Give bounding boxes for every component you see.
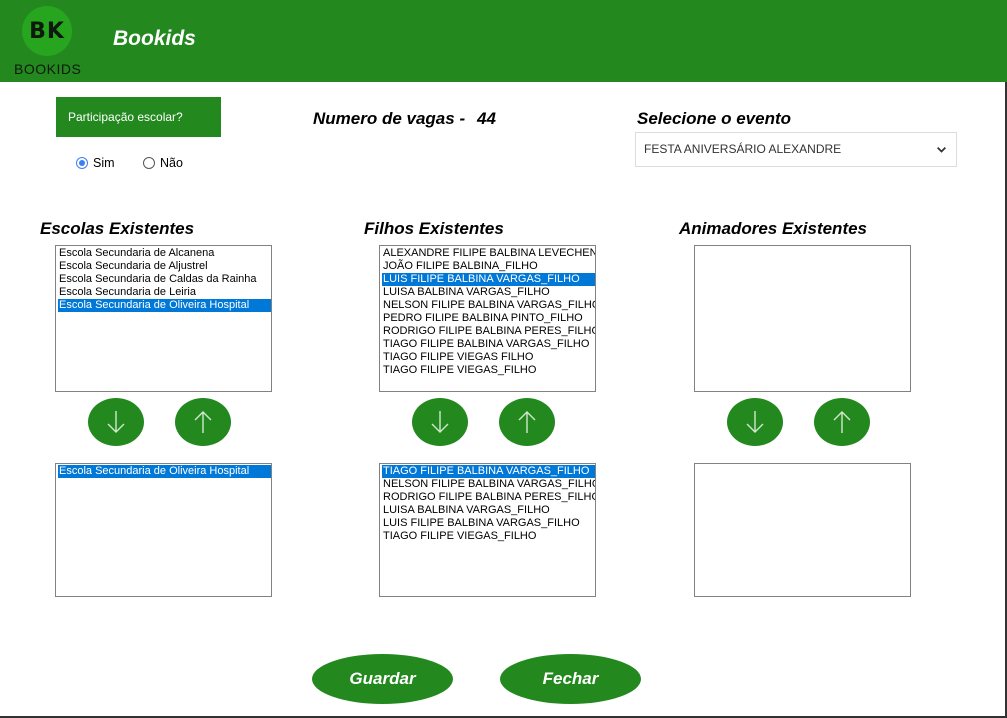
escolas-heading: Escolas Existentes	[40, 219, 195, 238]
filhos-move-up-button[interactable]	[499, 398, 555, 446]
radio-sim[interactable]: Sim	[76, 156, 115, 170]
arrow-down-icon	[746, 411, 764, 433]
vagas-value: 44	[477, 109, 496, 128]
escolas-move-down-button[interactable]	[88, 398, 144, 446]
participacao-label: Participação escolar?	[56, 97, 221, 137]
fechar-button[interactable]: Fechar	[500, 654, 641, 704]
arrow-up-icon	[518, 411, 536, 433]
filhos-available-list[interactable]: ALEXANDRE FILIPE BALBINA LEVECHENKO_FILH…	[379, 245, 596, 392]
vagas-label: Numero de vagas -	[313, 109, 466, 128]
filhos-heading: Filhos Existentes	[364, 219, 504, 238]
animadores-heading: Animadores Existentes	[679, 219, 868, 238]
list-item[interactable]: TIAGO FILIPE BALBINA VARGAS_FILHO	[382, 465, 595, 478]
app-title: Bookids	[113, 27, 196, 50]
list-item[interactable]: Escola Secundaria de Caldas da Rainha	[58, 273, 271, 286]
list-item[interactable]: PEDRO FILIPE BALBINA PINTO_FILHO	[382, 312, 595, 325]
list-item[interactable]: NELSON FILIPE BALBINA VARGAS_FILHO	[382, 478, 595, 491]
logo-wordmark: BOOKIDS	[14, 61, 82, 77]
radio-unchecked-icon	[143, 157, 155, 169]
radio-sim-label: Sim	[93, 156, 115, 170]
arrow-down-icon	[107, 411, 125, 433]
guardar-button[interactable]: Guardar	[312, 654, 453, 704]
arrow-up-icon	[194, 411, 212, 433]
list-item[interactable]: TIAGO FILIPE VIEGAS FILHO	[382, 351, 595, 364]
list-item[interactable]: Escola Secundaria de Oliveira Hospital	[58, 299, 271, 312]
filhos-chosen-list[interactable]: TIAGO FILIPE BALBINA VARGAS_FILHO NELSON …	[379, 463, 596, 597]
animadores-chosen-list[interactable]	[694, 463, 911, 597]
chevron-down-icon	[936, 133, 947, 166]
arrow-down-icon	[431, 411, 449, 433]
list-item[interactable]: TIAGO FILIPE VIEGAS_FILHO	[382, 530, 595, 543]
animadores-move-up-button[interactable]	[814, 398, 870, 446]
evento-selected-value: FESTA ANIVERSÁRIO ALEXANDRE	[644, 142, 842, 156]
list-item[interactable]: LUIS FILIPE BALBINA VARGAS_FILHO	[382, 273, 595, 286]
arrow-up-icon	[833, 411, 851, 433]
radio-checked-icon	[76, 157, 88, 169]
filhos-move-down-button[interactable]	[412, 398, 468, 446]
logo-text: BK	[29, 19, 65, 44]
list-item[interactable]: RODRIGO FILIPE BALBINA PERES_FILHO	[382, 325, 595, 338]
evento-dropdown[interactable]: FESTA ANIVERSÁRIO ALEXANDRE	[635, 132, 957, 167]
list-item[interactable]: LUISA BALBINA VARGAS_FILHO	[382, 286, 595, 299]
evento-label: Selecione o evento	[637, 109, 791, 128]
radio-nao-label: Não	[160, 156, 183, 170]
escolas-chosen-list[interactable]: Escola Secundaria de Oliveira Hospital	[55, 463, 272, 597]
list-item[interactable]: Escola Secundaria de Aljustrel	[58, 260, 271, 273]
list-item[interactable]: Escola Secundaria de Leiria	[58, 286, 271, 299]
animadores-available-list[interactable]	[694, 245, 911, 392]
list-item[interactable]: TIAGO FILIPE BALBINA VARGAS_FILHO	[382, 338, 595, 351]
list-item[interactable]: LUISA BALBINA VARGAS_FILHO	[382, 504, 595, 517]
list-item[interactable]: Escola Secundaria de Alcanena	[58, 247, 271, 260]
list-item[interactable]: NELSON FILIPE BALBINA VARGAS_FILHO	[382, 299, 595, 312]
list-item[interactable]: RODRIGO FILIPE BALBINA PERES_FILHO	[382, 491, 595, 504]
list-item[interactable]: Escola Secundaria de Oliveira Hospital	[58, 465, 271, 478]
list-item[interactable]: ALEXANDRE FILIPE BALBINA LEVECHENKO_FILH…	[382, 247, 595, 260]
list-item[interactable]: LUIS FILIPE BALBINA VARGAS_FILHO	[382, 517, 595, 530]
list-item[interactable]: JOÃO FILIPE BALBINA_FILHO	[382, 260, 595, 273]
escolas-move-up-button[interactable]	[175, 398, 231, 446]
radio-nao[interactable]: Não	[143, 156, 183, 170]
animadores-move-down-button[interactable]	[727, 398, 783, 446]
escolas-available-list[interactable]: Escola Secundaria de Alcanena Escola Secu…	[55, 245, 272, 392]
list-item[interactable]: TIAGO FILIPE VIEGAS_FILHO	[382, 364, 595, 377]
